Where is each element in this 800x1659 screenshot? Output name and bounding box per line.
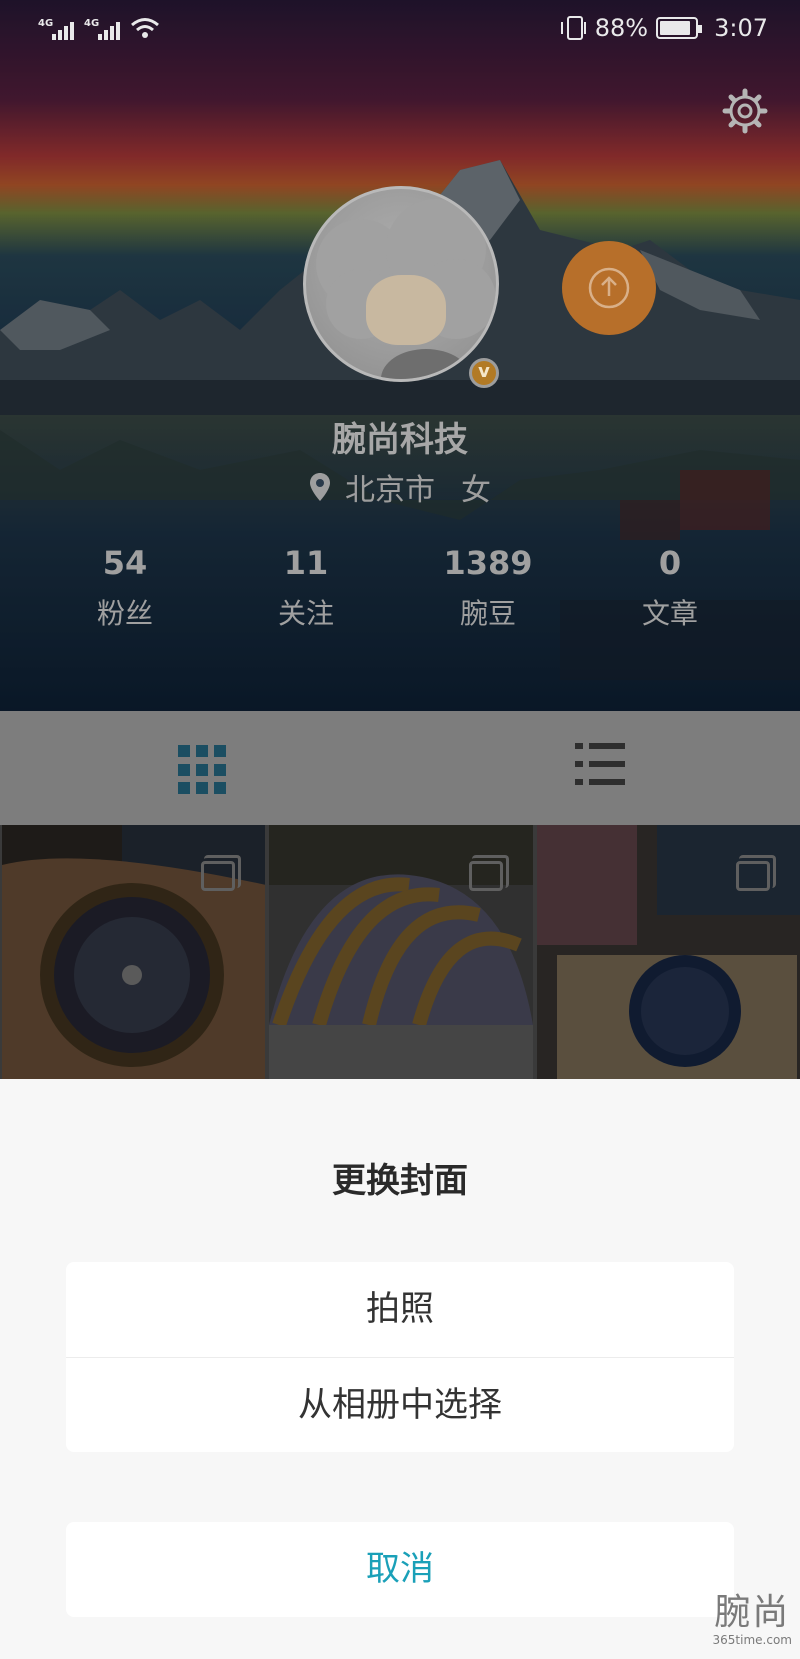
photo-tile[interactable] <box>2 825 266 1079</box>
stat-value: 0 <box>658 544 682 582</box>
upload-button[interactable] <box>562 241 656 335</box>
list-icon[interactable] <box>575 741 625 791</box>
take-photo-option[interactable]: 拍照 <box>66 1262 734 1357</box>
signal-2-icon: 4G <box>84 18 120 40</box>
sheet-title: 更换封面 <box>332 1161 468 1201</box>
stack-icon <box>735 855 776 891</box>
stat-label: 关注 <box>277 597 334 630</box>
stat-label: 粉丝 <box>96 597 153 630</box>
choose-from-album-option[interactable]: 从相册中选择 <box>66 1357 734 1452</box>
username: 腕尚科技 <box>332 420 468 460</box>
battery-percent: 88% <box>594 14 649 42</box>
cancel-button[interactable]: 取消 <box>66 1522 734 1617</box>
watermark-brand: 腕尚 <box>714 1592 791 1633</box>
verified-badge: v <box>469 358 499 388</box>
battery-icon <box>656 17 703 39</box>
photo-tile[interactable] <box>536 825 800 1079</box>
stat-fans[interactable]: 54 粉丝 <box>45 544 205 632</box>
profile-cover[interactable]: 4G 4G 88% 3:07 v 腕尚科技 北京市 女 54 粉丝 11 关注 … <box>0 0 800 711</box>
network-type-2: 4G <box>84 18 100 29</box>
stack-icon <box>468 855 509 891</box>
clock: 3:07 <box>714 14 768 42</box>
wifi-icon <box>131 18 159 38</box>
gear-icon[interactable] <box>722 88 768 134</box>
grid-icon[interactable] <box>178 745 228 795</box>
stat-value: 54 <box>102 544 148 582</box>
profile-stats: 54 粉丝 11 关注 1389 腕豆 0 文章 <box>0 544 800 634</box>
photo-tile[interactable] <box>269 825 533 1079</box>
vibrate-icon <box>560 16 586 40</box>
stat-beans[interactable]: 1389 腕豆 <box>408 544 568 632</box>
city: 北京市 <box>345 473 435 508</box>
cancel-card: 取消 <box>66 1522 734 1617</box>
stat-value: 11 <box>283 544 329 582</box>
upload-icon <box>588 267 630 309</box>
status-bar: 4G 4G 88% 3:07 <box>0 0 800 58</box>
stat-value: 1389 <box>443 544 533 582</box>
battery-fill <box>660 21 691 35</box>
signal-1-icon: 4G <box>38 18 74 40</box>
watermark-site: 365time.com <box>712 1633 792 1647</box>
stat-following[interactable]: 11 关注 <box>226 544 386 632</box>
change-cover-sheet: 更换封面 拍照 从相册中选择 取消 腕尚 365time.com <box>0 1079 800 1659</box>
profile-meta: 北京市 女 <box>0 465 800 509</box>
location-pin-icon <box>310 473 330 501</box>
stat-label: 腕豆 <box>459 597 516 630</box>
photo-grid <box>0 825 800 1079</box>
stat-label: 文章 <box>641 597 698 630</box>
network-type-1: 4G <box>38 18 54 29</box>
stack-icon <box>201 855 242 891</box>
watermark: 腕尚 365time.com <box>713 1583 792 1647</box>
avatar[interactable] <box>303 186 499 382</box>
options-card: 拍照 从相册中选择 <box>66 1262 734 1452</box>
stat-articles[interactable]: 0 文章 <box>590 544 750 632</box>
gender: 女 <box>461 473 491 508</box>
view-tabs <box>0 711 800 825</box>
